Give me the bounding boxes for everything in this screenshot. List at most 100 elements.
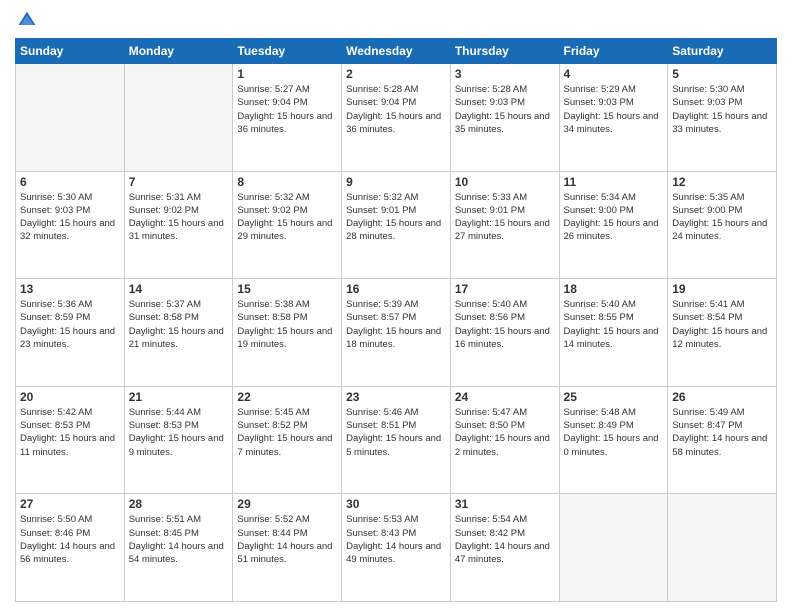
- day-number: 26: [672, 390, 772, 404]
- logo: [15, 10, 37, 30]
- day-info: Sunrise: 5:53 AM Sunset: 8:43 PM Dayligh…: [346, 513, 446, 566]
- day-number: 31: [455, 497, 555, 511]
- day-number: 28: [129, 497, 229, 511]
- calendar-cell: 24Sunrise: 5:47 AM Sunset: 8:50 PM Dayli…: [450, 386, 559, 494]
- calendar-cell: 31 Sunrise: 5:54 AM Sunset: 8:42 PM Dayli…: [450, 494, 559, 602]
- day-info: Sunrise: 5:37 AM Sunset: 8:58 PM Dayligh…: [129, 298, 229, 351]
- day-info: Sunrise: 5:35 AM Sunset: 9:00 PM Dayligh…: [672, 191, 772, 244]
- calendar-cell: 6 Sunrise: 5:30 AM Sunset: 9:03 PM Daylig…: [16, 171, 125, 279]
- day-info: Sunrise: 5:29 AM Sunset: 9:03 PM Dayligh…: [564, 83, 664, 136]
- day-info: Sunrise: 5:54 AM Sunset: 8:42 PM Dayligh…: [455, 513, 555, 566]
- calendar-cell: 3 Sunrise: 5:28 AM Sunset: 9:03 PM Daylig…: [450, 64, 559, 172]
- calendar-cell: 10 Sunrise: 5:33 AM Sunset: 9:01 PM Dayli…: [450, 171, 559, 279]
- calendar-cell: 18 Sunrise: 5:40 AM Sunset: 8:55 PM Dayli…: [559, 279, 668, 387]
- calendar-cell: 14Sunrise: 5:37 AM Sunset: 8:58 PM Dayli…: [124, 279, 233, 387]
- weekday-header-wednesday: Wednesday: [342, 39, 451, 64]
- day-number: 10: [455, 175, 555, 189]
- day-number: 15: [237, 282, 337, 296]
- day-number: 23: [346, 390, 446, 404]
- calendar-cell: 25 Sunrise: 5:48 AM Sunset: 8:49 PM Dayli…: [559, 386, 668, 494]
- day-number: 18: [564, 282, 664, 296]
- calendar-week-4: 20Sunrise: 5:42 AM Sunset: 8:53 PM Dayli…: [16, 386, 777, 494]
- calendar-cell: 21 Sunrise: 5:44 AM Sunset: 8:53 PM Dayli…: [124, 386, 233, 494]
- day-number: 27: [20, 497, 120, 511]
- day-number: 24: [455, 390, 555, 404]
- day-number: 4: [564, 67, 664, 81]
- calendar-cell: 11 Sunrise: 5:34 AM Sunset: 9:00 PM Dayli…: [559, 171, 668, 279]
- day-number: 11: [564, 175, 664, 189]
- day-number: 3: [455, 67, 555, 81]
- day-number: 19: [672, 282, 772, 296]
- day-info: Sunrise: 5:40 AM Sunset: 8:56 PM Dayligh…: [455, 298, 555, 351]
- calendar-cell: 12 Sunrise: 5:35 AM Sunset: 9:00 PM Dayli…: [668, 171, 777, 279]
- weekday-header-thursday: Thursday: [450, 39, 559, 64]
- day-info: Sunrise: 5:32 AM Sunset: 9:02 PM Dayligh…: [237, 191, 337, 244]
- day-number: 25: [564, 390, 664, 404]
- calendar-cell: 4 Sunrise: 5:29 AM Sunset: 9:03 PM Daylig…: [559, 64, 668, 172]
- calendar-cell: 8 Sunrise: 5:32 AM Sunset: 9:02 PM Daylig…: [233, 171, 342, 279]
- calendar-cell: 15 Sunrise: 5:38 AM Sunset: 8:58 PM Dayli…: [233, 279, 342, 387]
- calendar-cell: 16 Sunrise: 5:39 AM Sunset: 8:57 PM Dayli…: [342, 279, 451, 387]
- weekday-header-monday: Monday: [124, 39, 233, 64]
- calendar-cell: 1Sunrise: 5:27 AM Sunset: 9:04 PM Daylig…: [233, 64, 342, 172]
- day-number: 12: [672, 175, 772, 189]
- day-info: Sunrise: 5:31 AM Sunset: 9:02 PM Dayligh…: [129, 191, 229, 244]
- weekday-header-sunday: Sunday: [16, 39, 125, 64]
- calendar-cell: 13 Sunrise: 5:36 AM Sunset: 8:59 PM Dayli…: [16, 279, 125, 387]
- calendar-cell: 30 Sunrise: 5:53 AM Sunset: 8:43 PM Dayli…: [342, 494, 451, 602]
- calendar-cell: 19 Sunrise: 5:41 AM Sunset: 8:54 PM Dayli…: [668, 279, 777, 387]
- day-info: Sunrise: 5:30 AM Sunset: 9:03 PM Dayligh…: [672, 83, 772, 136]
- day-number: 29: [237, 497, 337, 511]
- day-number: 13: [20, 282, 120, 296]
- day-number: 30: [346, 497, 446, 511]
- day-info: Sunrise: 5:28 AM Sunset: 9:03 PM Dayligh…: [455, 83, 555, 136]
- day-info: Sunrise: 5:33 AM Sunset: 9:01 PM Dayligh…: [455, 191, 555, 244]
- calendar-week-2: 6 Sunrise: 5:30 AM Sunset: 9:03 PM Daylig…: [16, 171, 777, 279]
- calendar-cell: [16, 64, 125, 172]
- weekday-header-tuesday: Tuesday: [233, 39, 342, 64]
- day-info: Sunrise: 5:32 AM Sunset: 9:01 PM Dayligh…: [346, 191, 446, 244]
- day-info: Sunrise: 5:51 AM Sunset: 8:45 PM Dayligh…: [129, 513, 229, 566]
- calendar-week-3: 13 Sunrise: 5:36 AM Sunset: 8:59 PM Dayli…: [16, 279, 777, 387]
- day-number: 8: [237, 175, 337, 189]
- calendar-cell: 7 Sunrise: 5:31 AM Sunset: 9:02 PM Daylig…: [124, 171, 233, 279]
- day-info: Sunrise: 5:46 AM Sunset: 8:51 PM Dayligh…: [346, 406, 446, 459]
- day-info: Sunrise: 5:27 AM Sunset: 9:04 PM Dayligh…: [237, 83, 337, 136]
- day-info: Sunrise: 5:36 AM Sunset: 8:59 PM Dayligh…: [20, 298, 120, 351]
- calendar-cell: 20Sunrise: 5:42 AM Sunset: 8:53 PM Dayli…: [16, 386, 125, 494]
- day-number: 21: [129, 390, 229, 404]
- day-number: 6: [20, 175, 120, 189]
- calendar-week-5: 27 Sunrise: 5:50 AM Sunset: 8:46 PM Dayli…: [16, 494, 777, 602]
- calendar-cell: 2Sunrise: 5:28 AM Sunset: 9:04 PM Daylig…: [342, 64, 451, 172]
- day-info: Sunrise: 5:52 AM Sunset: 8:44 PM Dayligh…: [237, 513, 337, 566]
- day-info: Sunrise: 5:44 AM Sunset: 8:53 PM Dayligh…: [129, 406, 229, 459]
- weekday-header-saturday: Saturday: [668, 39, 777, 64]
- day-info: Sunrise: 5:39 AM Sunset: 8:57 PM Dayligh…: [346, 298, 446, 351]
- day-info: Sunrise: 5:48 AM Sunset: 8:49 PM Dayligh…: [564, 406, 664, 459]
- day-info: Sunrise: 5:34 AM Sunset: 9:00 PM Dayligh…: [564, 191, 664, 244]
- day-info: Sunrise: 5:45 AM Sunset: 8:52 PM Dayligh…: [237, 406, 337, 459]
- calendar-cell: [668, 494, 777, 602]
- day-number: 16: [346, 282, 446, 296]
- day-info: Sunrise: 5:30 AM Sunset: 9:03 PM Dayligh…: [20, 191, 120, 244]
- weekday-header-friday: Friday: [559, 39, 668, 64]
- day-info: Sunrise: 5:41 AM Sunset: 8:54 PM Dayligh…: [672, 298, 772, 351]
- calendar-cell: [124, 64, 233, 172]
- calendar-cell: 28 Sunrise: 5:51 AM Sunset: 8:45 PM Dayli…: [124, 494, 233, 602]
- day-number: 7: [129, 175, 229, 189]
- calendar-header-row: SundayMondayTuesdayWednesdayThursdayFrid…: [16, 39, 777, 64]
- day-number: 17: [455, 282, 555, 296]
- calendar-cell: 23 Sunrise: 5:46 AM Sunset: 8:51 PM Dayli…: [342, 386, 451, 494]
- day-number: 5: [672, 67, 772, 81]
- logo-icon: [17, 10, 37, 30]
- calendar-week-1: 1Sunrise: 5:27 AM Sunset: 9:04 PM Daylig…: [16, 64, 777, 172]
- day-info: Sunrise: 5:50 AM Sunset: 8:46 PM Dayligh…: [20, 513, 120, 566]
- calendar-cell: 27 Sunrise: 5:50 AM Sunset: 8:46 PM Dayli…: [16, 494, 125, 602]
- day-info: Sunrise: 5:38 AM Sunset: 8:58 PM Dayligh…: [237, 298, 337, 351]
- calendar-cell: 9 Sunrise: 5:32 AM Sunset: 9:01 PM Daylig…: [342, 171, 451, 279]
- day-number: 22: [237, 390, 337, 404]
- day-number: 9: [346, 175, 446, 189]
- header: [15, 10, 777, 30]
- calendar: SundayMondayTuesdayWednesdayThursdayFrid…: [15, 38, 777, 602]
- day-info: Sunrise: 5:40 AM Sunset: 8:55 PM Dayligh…: [564, 298, 664, 351]
